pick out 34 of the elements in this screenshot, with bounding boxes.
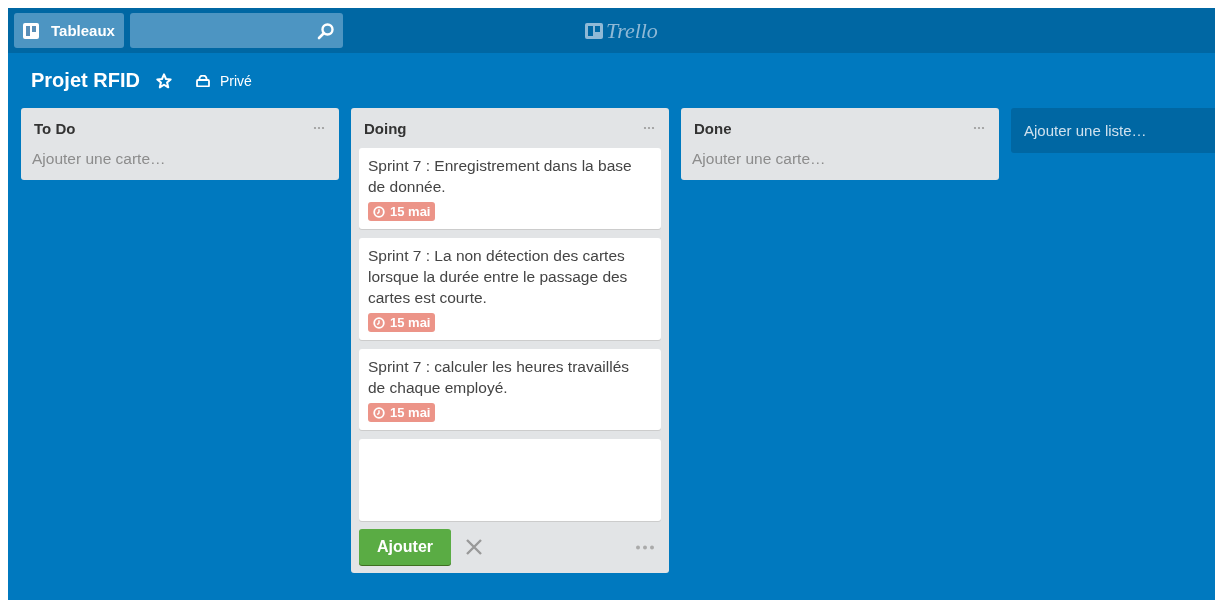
clock-icon [373,406,385,419]
list-title[interactable]: Done [694,119,732,137]
card-title: Sprint 7 : La non détection des cartes lorsque la durée entre le passage des cartes est courte. [368,246,629,308]
board-title[interactable]: Projet RFID [31,69,140,92]
more-icon[interactable] [973,126,985,130]
due-date-badge: 15 mai [368,313,436,332]
close-icon[interactable] [465,538,483,556]
search-field[interactable] [129,13,343,48]
board-icon [23,22,39,39]
add-card-link[interactable]: Ajouter une carte… [689,148,991,172]
add-card-link[interactable]: Ajouter une carte… [29,148,331,172]
visibility-button[interactable]: Privé [189,71,258,90]
card[interactable]: Sprint 7 : calculer les heures travaillés de chaque employé. 15 mai [359,349,661,430]
more-icon[interactable] [643,126,655,130]
more-icon[interactable] [635,544,655,550]
boards-button[interactable]: Tableaux [14,13,124,48]
clock-icon [373,316,385,329]
clock-icon [373,205,385,218]
add-button[interactable]: Ajouter [359,529,451,565]
search-icon [316,21,335,40]
more-icon[interactable] [313,126,325,130]
due-date-badge: 15 mai [368,403,436,422]
star-icon[interactable] [155,72,172,89]
due-date-badge: 15 mai [368,202,436,221]
trello-logo[interactable]: Trello [585,17,658,44]
card[interactable]: Sprint 7 : Enregistrement dans la base de donnée. 15 mai [359,148,661,229]
lock-icon [195,74,210,87]
card-input-field[interactable] [359,439,661,521]
add-list-button[interactable]: Ajouter une liste… [1011,108,1215,153]
card-title: Sprint 7 : calculer les heures travaillés de chaque employé. [368,357,631,398]
card[interactable]: Sprint 7 : La non détection des cartes lorsque la durée entre le passage des cartes est courte. 15 mai [359,238,661,340]
card-title: Sprint 7 : Enregistrement dans la base de donnée. [368,156,633,197]
list-title[interactable]: Doing [364,119,407,137]
list-title[interactable]: To Do [34,119,76,137]
